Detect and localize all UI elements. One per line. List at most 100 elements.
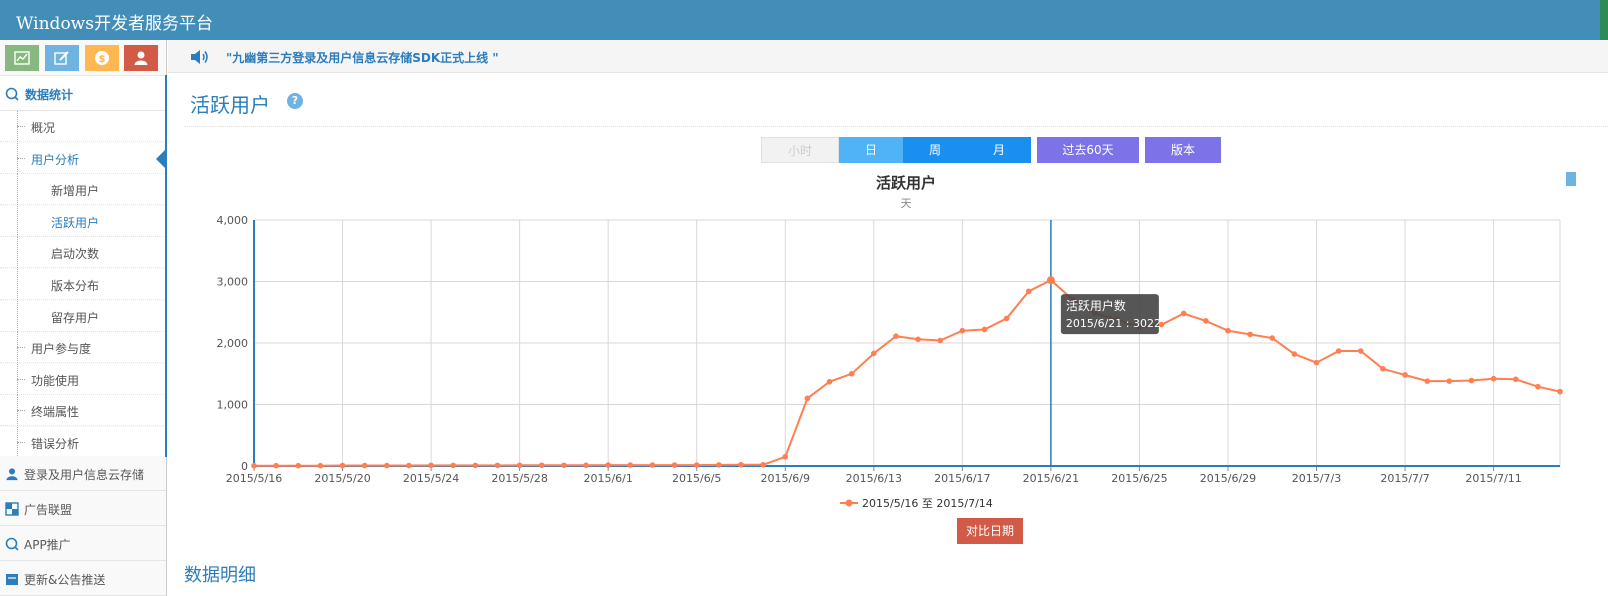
data-point <box>1535 383 1541 390</box>
data-point <box>428 462 434 469</box>
sidebar-item-label: 活跃用户 <box>51 215 100 230</box>
x-tick-label: 2015/5/24 <box>403 472 459 485</box>
sidebar-item-new-users[interactable]: 新增用户 <box>0 174 166 206</box>
data-point <box>826 378 833 385</box>
data-point <box>959 327 966 334</box>
coin-icon: $ <box>95 51 109 65</box>
shortcut-edit-button[interactable] <box>45 45 79 71</box>
sidebar-item-label: 用户分析 <box>31 152 80 167</box>
shortcut-user-button[interactable] <box>124 45 158 71</box>
data-point <box>317 462 324 469</box>
close-corner-button[interactable] <box>1600 0 1608 40</box>
edit-icon <box>6 574 18 585</box>
nav-ad-alliance[interactable]: 广告联盟 <box>0 491 166 526</box>
data-point <box>649 462 656 468</box>
x-tick-label: 2015/6/5 <box>672 472 721 485</box>
shortcut-chart-button[interactable] <box>5 45 39 71</box>
data-point <box>251 462 257 469</box>
search-icon <box>5 87 19 101</box>
data-point <box>848 370 855 377</box>
data-point <box>1025 288 1032 295</box>
data-point <box>295 462 302 469</box>
sidebar-item-error-analysis[interactable]: 错误分析 <box>0 427 166 458</box>
legend-label: 2015/5/16 至 2015/7/14 <box>862 497 993 510</box>
data-point <box>716 462 722 468</box>
x-tick-label: 2015/5/28 <box>491 472 547 485</box>
sidebar-item-version-distribution[interactable]: 版本分布 <box>0 269 166 300</box>
data-point <box>1269 335 1276 341</box>
nav-app-promotion-label: APP推广 <box>24 538 71 552</box>
sidebar-item-label: 留存用户 <box>51 310 100 325</box>
data-point <box>583 462 589 469</box>
sidebar-item-launch-count[interactable]: 启动次数 <box>0 237 166 269</box>
series-line <box>254 278 1561 467</box>
data-point <box>671 462 678 468</box>
x-tick-label: 2015/5/16 <box>226 472 282 485</box>
sidebar-item-label: 启动次数 <box>51 247 100 262</box>
nav-cloud-storage[interactable]: 登录及用户信息云存储 <box>0 456 166 491</box>
tree-dash <box>17 442 25 443</box>
data-point <box>693 462 700 468</box>
x-tick-label: 2015/6/17 <box>934 472 990 485</box>
sidebar-item-device-attributes[interactable]: 终端属性 <box>0 395 166 427</box>
data-point <box>605 462 611 468</box>
user-icon <box>6 468 18 481</box>
nav-update-push-label: 更新&公告推送 <box>24 573 106 587</box>
chart-icon <box>14 51 30 65</box>
data-point <box>804 395 811 402</box>
data-point <box>1291 351 1298 357</box>
data-point <box>1446 378 1453 384</box>
shortcut-bar: $ <box>0 40 166 75</box>
shortcut-coin-button[interactable]: $ <box>85 45 119 71</box>
tooltip-value: 2015/6/21 : 3022 <box>1066 317 1161 330</box>
nav-cloud-storage-label: 登录及用户信息云存储 <box>24 468 145 482</box>
sidebar-item-label: 用户参与度 <box>31 342 92 357</box>
tree-dash <box>17 347 25 349</box>
tree-line <box>17 269 18 300</box>
data-point <box>561 462 567 469</box>
y-tick-label: 3,000 <box>217 276 249 289</box>
legend-marker <box>845 499 853 507</box>
sidebar-item-feature-usage[interactable]: 功能使用 <box>0 363 166 395</box>
main-content: "九幽第三方登录及用户信息云存储SDK正式上线 " 活跃用户 ? 小时 日 周 … <box>168 40 1608 596</box>
data-point <box>738 461 744 468</box>
data-point <box>1490 375 1497 382</box>
nav-app-promotion[interactable]: APP推广 <box>0 526 166 561</box>
data-point <box>782 453 789 460</box>
menu-data-statistics[interactable]: 数据统计 <box>0 75 166 111</box>
data-point <box>1313 359 1320 366</box>
sidebar-item-retained-users[interactable]: 留存用户 <box>0 300 166 332</box>
tree-dash <box>17 157 25 159</box>
compare-date-button[interactable]: 对比日期 <box>957 518 1023 544</box>
sidebar-item-user-engagement[interactable]: 用户参与度 <box>0 332 166 364</box>
x-tick-label: 2015/6/25 <box>1111 472 1167 485</box>
x-tick-label: 2015/6/21 <box>1023 472 1079 485</box>
nav-update-push[interactable]: 更新&公告推送 <box>0 561 166 596</box>
sidebar-item-label: 错误分析 <box>31 437 80 451</box>
data-point <box>1557 388 1563 395</box>
sidebar: $ 数据统计 概况用户分析新增用户活跃用户启动次数版本分布留存用户用户参与度功能… <box>0 40 167 596</box>
sidebar-item-active-users[interactable]: 活跃用户 <box>0 205 166 237</box>
y-tick-label: 4,000 <box>217 214 249 227</box>
data-point <box>1225 327 1231 334</box>
sidebar-item-label: 新增用户 <box>51 184 100 199</box>
data-point <box>494 462 501 469</box>
sidebar-item-user-analysis[interactable]: 用户分析 <box>0 142 166 174</box>
x-tick-label: 2015/5/20 <box>314 472 370 485</box>
data-point <box>450 462 457 469</box>
data-point <box>1003 315 1010 322</box>
tree-dash <box>17 410 25 412</box>
x-tick-label: 2015/6/29 <box>1200 472 1256 485</box>
app-title: Windows开发者服务平台 <box>16 14 213 34</box>
sidebar-item-overview[interactable]: 概况 <box>0 111 166 142</box>
data-point <box>1335 348 1342 354</box>
x-tick-label: 2015/7/7 <box>1380 472 1429 485</box>
data-point <box>1247 331 1253 338</box>
data-detail-title: 数据明细 <box>184 565 256 586</box>
tree-line <box>17 300 18 332</box>
data-point <box>472 462 479 469</box>
x-tick-label: 2015/6/9 <box>761 472 810 485</box>
tree-dash <box>17 378 25 380</box>
grid-icon <box>5 502 19 516</box>
data-point <box>981 326 988 333</box>
